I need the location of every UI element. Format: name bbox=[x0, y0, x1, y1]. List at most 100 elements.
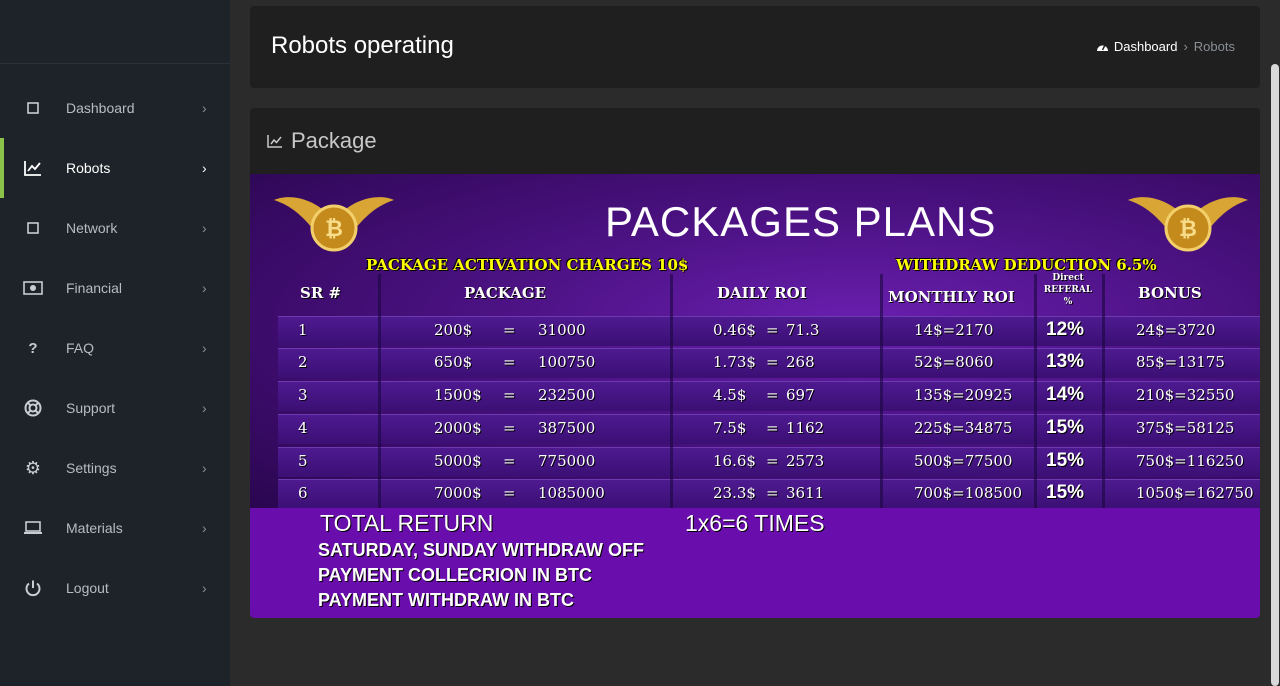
cell-amount: 31000 bbox=[538, 321, 586, 339]
card-title: Package bbox=[267, 128, 377, 154]
cell-bonus: 210$=32550 bbox=[1136, 386, 1235, 404]
lifebuoy-icon bbox=[22, 397, 44, 419]
sidebar-item-label: Materials bbox=[66, 520, 123, 536]
cell-daily-amount: 268 bbox=[786, 353, 815, 371]
sidebar-item-label: Support bbox=[66, 400, 116, 416]
column-divider bbox=[1102, 274, 1105, 508]
bitcoin-wings-logo: ₿ bbox=[1128, 197, 1248, 252]
cell-monthly: 700$=108500 bbox=[914, 484, 1023, 502]
sidebar-item-robots[interactable]: Robots › bbox=[0, 138, 230, 198]
sidebar-item-dashboard[interactable]: Dashboard › bbox=[0, 78, 230, 138]
cell-amount: 1085000 bbox=[538, 484, 605, 502]
sidebar: Dashboard › Robots › Network › Financial… bbox=[0, 0, 230, 686]
column-divider bbox=[378, 274, 381, 508]
sidebar-item-label: Settings bbox=[66, 460, 117, 476]
cell-referral: 14% bbox=[1046, 384, 1085, 405]
plan-title: PACKAGES PLANS bbox=[605, 198, 997, 245]
header-daily-roi: DAILY ROI bbox=[717, 284, 807, 302]
cell-usd: 200$ bbox=[434, 321, 473, 339]
sidebar-item-faq[interactable]: ? FAQ › bbox=[0, 318, 230, 378]
activation-charges: PACKAGE ACTIVATION CHARGES 10$ bbox=[366, 256, 689, 274]
sidebar-item-support[interactable]: Support › bbox=[0, 378, 230, 438]
breadcrumb-home-link[interactable]: Dashboard bbox=[1096, 39, 1178, 54]
plan-table-area: ₿ ₿ PACKAGES PLANS PACKAGE ACTIVATION CH… bbox=[250, 174, 1260, 509]
svg-text:₿: ₿ bbox=[1179, 217, 1197, 242]
page-title: Robots operating bbox=[271, 32, 454, 59]
cell-referral: 15% bbox=[1046, 417, 1085, 438]
table-row: 4 2000$ = 387500 7.5$ = 1162 225$=34875 15% 375$=… bbox=[278, 414, 1260, 444]
cell-sr: 2 bbox=[298, 353, 308, 371]
sidebar-item-label: Robots bbox=[66, 160, 111, 176]
sidebar-item-network[interactable]: Network › bbox=[0, 198, 230, 258]
chevron-right-icon: › bbox=[202, 400, 207, 416]
note-line: PAYMENT WITHDRAW IN BTC bbox=[318, 590, 574, 610]
cell-sr: 4 bbox=[298, 419, 308, 437]
table-row: 6 7000$ = 1085000 23.3$ = 3611 700$=108500 15% 10… bbox=[278, 479, 1260, 509]
cell-eq: = bbox=[503, 484, 516, 502]
header-package: PACKAGE bbox=[464, 284, 547, 302]
cell-bonus: 1050$=162750 bbox=[1136, 484, 1254, 502]
cell-bonus: 85$=13175 bbox=[1136, 353, 1225, 371]
cell-daily-usd: 16.6$ bbox=[713, 452, 756, 470]
header-sr: SR # bbox=[300, 284, 342, 302]
breadcrumb-current: Robots bbox=[1193, 39, 1235, 54]
cell-daily-amount: 3611 bbox=[786, 484, 825, 502]
chevron-right-icon: › bbox=[202, 340, 207, 356]
header-referral-line-1: Direct bbox=[1052, 273, 1084, 283]
header-bonus: BONUS bbox=[1138, 284, 1202, 302]
header-direct-referral: Direct REFERAL % bbox=[1036, 272, 1100, 308]
sidebar-logo-area bbox=[0, 0, 230, 64]
header-monthly-roi: MONTHLY ROI bbox=[888, 288, 1015, 306]
column-divider bbox=[1034, 274, 1037, 508]
chevron-right-icon: › bbox=[202, 280, 207, 296]
cell-sr: 1 bbox=[298, 321, 308, 339]
cell-daily-usd: 4.5$ bbox=[713, 386, 747, 404]
cell-bonus: 750$=116250 bbox=[1136, 452, 1245, 470]
cell-eq: = bbox=[503, 321, 516, 339]
cell-daily-eq: = bbox=[766, 321, 779, 339]
breadcrumb-separator: › bbox=[1183, 39, 1188, 54]
table-row: 1 200$ = 31000 0.46$ = 71.3 14$=2170 12% 24$=3720 bbox=[278, 316, 1260, 346]
sidebar-item-label: Dashboard bbox=[66, 100, 135, 116]
sidebar-item-financial[interactable]: Financial › bbox=[0, 258, 230, 318]
money-icon bbox=[22, 277, 44, 299]
sidebar-item-materials[interactable]: Materials › bbox=[0, 498, 230, 558]
scrollbar[interactable] bbox=[1270, 0, 1280, 686]
breadcrumb: Dashboard › Robots bbox=[1096, 39, 1235, 54]
cell-daily-amount: 1162 bbox=[786, 419, 825, 437]
cell-usd: 2000$ bbox=[434, 419, 482, 437]
sidebar-nav: Dashboard › Robots › Network › Financial… bbox=[0, 78, 230, 618]
cell-daily-usd: 1.73$ bbox=[713, 353, 756, 371]
gear-icon: ⚙ bbox=[24, 457, 42, 478]
question-icon: ? bbox=[28, 339, 38, 357]
cell-sr: 6 bbox=[298, 484, 308, 502]
table-row: 2 650$ = 100750 1.73$ = 268 52$=8060 13% 85$=1317… bbox=[278, 348, 1260, 378]
table-row: 3 1500$ = 232500 4.5$ = 697 135$=20925 14% 210$=3… bbox=[278, 381, 1260, 411]
cell-daily-amount: 2573 bbox=[786, 452, 825, 470]
column-divider bbox=[670, 274, 673, 508]
cell-daily-eq: = bbox=[766, 419, 779, 437]
sidebar-item-label: FAQ bbox=[66, 340, 95, 356]
svg-text:₿: ₿ bbox=[325, 217, 343, 242]
sidebar-item-settings[interactable]: ⚙ Settings › bbox=[0, 438, 230, 498]
breadcrumb-home-label: Dashboard bbox=[1113, 39, 1178, 54]
cell-amount: 232500 bbox=[538, 386, 596, 404]
laptop-icon bbox=[22, 517, 44, 539]
cell-sr: 3 bbox=[298, 386, 308, 404]
scrollbar-thumb[interactable] bbox=[1271, 64, 1279, 686]
square-icon bbox=[22, 217, 44, 239]
sidebar-item-label: Logout bbox=[66, 580, 109, 596]
page-header: Robots operating Dashboard › Robots bbox=[250, 6, 1260, 88]
cell-usd: 7000$ bbox=[434, 484, 482, 502]
sidebar-item-logout[interactable]: Logout › bbox=[0, 558, 230, 618]
sidebar-item-label: Financial bbox=[66, 280, 123, 296]
cell-usd: 650$ bbox=[434, 353, 473, 371]
cell-bonus: 375$=58125 bbox=[1136, 419, 1235, 437]
bitcoin-wings-logo: ₿ bbox=[274, 197, 394, 252]
table-row: 5 5000$ = 775000 16.6$ = 2573 500$=77500 15% 750$… bbox=[278, 447, 1260, 477]
header-referral-line-3: % bbox=[1063, 297, 1073, 307]
cell-monthly: 14$=2170 bbox=[914, 321, 994, 339]
chevron-right-icon: › bbox=[202, 520, 207, 536]
power-icon bbox=[22, 577, 44, 599]
card-title-label: Package bbox=[291, 128, 377, 153]
